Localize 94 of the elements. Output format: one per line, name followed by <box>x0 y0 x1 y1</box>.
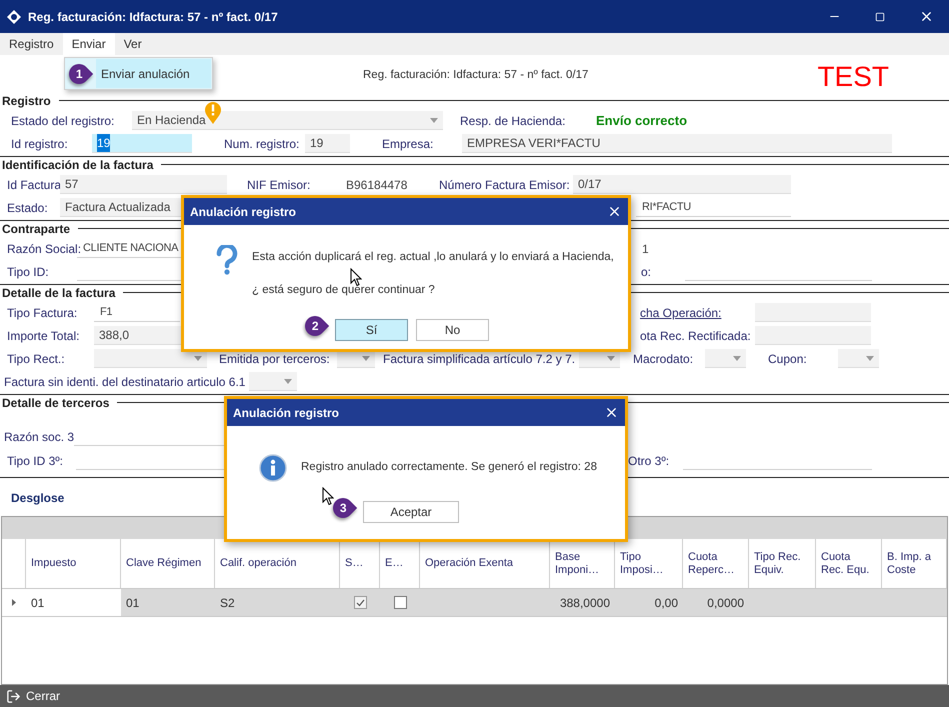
dropdown-field[interactable] <box>705 349 746 368</box>
table-cell-text: 0,0000 <box>706 594 745 612</box>
close-button[interactable]: Cerrar <box>6 687 60 705</box>
field-label: Id registro: <box>11 136 69 152</box>
environment-label: TEST <box>817 60 889 94</box>
field-label: Macrodato: <box>633 350 694 368</box>
column-header[interactable]: Clave Régimen <box>121 539 215 588</box>
field-label: Estado: <box>7 200 49 216</box>
window-title: Reg. facturación: Idfactura: 57 - nº fact. 0/17 <box>28 8 278 26</box>
dropdown-caret-icon <box>430 118 438 122</box>
dialog-message: ¿ está seguro de querer continuar ? <box>252 283 436 298</box>
dropdown-caret-icon <box>194 356 202 360</box>
mouse-pointer-icon <box>322 487 334 506</box>
maximize-icon[interactable] <box>875 12 885 22</box>
dropdown-field[interactable] <box>838 349 879 368</box>
table-cell: 01 <box>26 589 121 616</box>
field-label: o: <box>641 264 652 280</box>
dropdown-field[interactable] <box>249 372 298 391</box>
field-label: Tipo ID: <box>7 264 50 280</box>
field-label: NIF Emisor: <box>247 176 312 194</box>
dialog-title: Anulación registro <box>233 404 340 422</box>
close-icon[interactable] <box>607 204 622 219</box>
field-value: B96184478 <box>346 176 408 194</box>
dropdown-caret-icon <box>284 378 292 384</box>
column-header[interactable]: Impuesto <box>26 539 121 588</box>
field-label: Resp. de Hacienda: <box>460 112 566 130</box>
mouse-pointer-icon <box>350 268 362 287</box>
field-label: Importe Total: <box>7 328 80 344</box>
dropdown-caret-icon <box>607 356 615 360</box>
field-label: Tipo Factura: <box>7 304 78 322</box>
exit-icon <box>6 688 21 704</box>
input-field[interactable]: 19 <box>305 134 350 153</box>
checkbox[interactable] <box>394 596 406 609</box>
status-text: Envío correcto <box>596 112 688 130</box>
section-title: Registro <box>2 92 51 110</box>
column-header[interactable]: Tipo Rec. Equiv. <box>749 539 816 588</box>
dialog-button[interactable]: No <box>416 318 489 340</box>
menu-item[interactable]: Enviar <box>62 33 115 55</box>
table-cell-text: 0,00 <box>654 594 679 612</box>
field-label: Otro 3º: <box>628 452 670 470</box>
dropdown-caret-icon <box>866 356 874 360</box>
field-label: Emitida por terceros: <box>219 350 331 368</box>
table-cell-text: S2 <box>219 594 236 612</box>
section-title: Desglose <box>11 491 64 505</box>
field-label: Estado del registro: <box>11 112 116 130</box>
field-value: 1 <box>642 240 649 258</box>
dialog-button[interactable]: Sí <box>335 318 408 340</box>
input-field[interactable]: 0/17 <box>573 175 791 194</box>
menu-item[interactable]: Enviar anulación <box>96 59 211 88</box>
field-label: Razón soc. 3 <box>4 428 74 446</box>
dialog-message: Registro anulado correctamente. Se generó el registro: 28 <box>301 460 597 475</box>
table-cell-text: 388,0000 <box>558 594 611 612</box>
field-label: Número Factura Emisor: <box>439 176 571 194</box>
column-header[interactable]: Cuota Rec. Equ. <box>816 539 882 588</box>
field-label: Id Factura <box>7 176 60 194</box>
app-logo-icon <box>6 8 22 24</box>
header-caption: Reg. facturación: Idfactura: 57 - nº fact. 0/17 <box>363 68 588 83</box>
column-header[interactable]: Cuota Reperc… <box>683 539 749 588</box>
close-icon[interactable] <box>604 405 619 420</box>
input-field[interactable] <box>755 303 871 322</box>
section-title: Detalle de terceros <box>2 394 110 412</box>
dialog-message: Esta acción duplicará el reg. actual ,lo anulará y lo enviará a Hacienda, <box>252 250 614 265</box>
checkbox[interactable] <box>354 596 366 609</box>
section-title: Identificación de la factura <box>2 156 154 174</box>
field-label: Tipo ID 3º: <box>7 452 64 470</box>
section-title: Contraparte <box>2 220 70 238</box>
field-label: Empresa: <box>382 136 434 152</box>
input-field[interactable]: 57 <box>60 175 227 194</box>
row-expander-icon[interactable] <box>12 599 16 606</box>
input-field[interactable]: 388,0 <box>94 326 181 345</box>
info-icon <box>259 454 287 482</box>
input-field[interactable]: F1 <box>94 303 180 322</box>
field-link[interactable]: cha Operación: <box>640 304 755 322</box>
dropdown-field[interactable] <box>94 349 207 368</box>
menu-item[interactable]: Registro <box>0 33 63 55</box>
field-label: Num. registro: <box>224 136 300 152</box>
field-label: Factura simplificada artículo 7.2 y 7. <box>383 350 576 368</box>
dropdown-caret-icon <box>733 356 741 360</box>
input-field[interactable]: EMPRESA VERI*FACTU <box>462 134 892 153</box>
input-field[interactable]: 19 <box>92 134 192 153</box>
dropdown-caret-icon <box>362 356 370 360</box>
field-label: Cupon: <box>768 350 808 368</box>
section-title: Detalle de la factura <box>2 284 116 302</box>
table-cell-text: 01 <box>125 594 140 612</box>
dropdown-field[interactable]: En Hacienda <box>132 111 443 130</box>
field-label: ota Rec. Rectificada: <box>640 328 752 344</box>
menu-item[interactable]: Ver <box>114 33 151 55</box>
field-label: Tipo Rect.: <box>7 350 66 368</box>
column-header[interactable]: B. Imp. a Coste <box>882 539 947 588</box>
question-icon <box>216 245 238 275</box>
field-label: Factura sin identi. del destinatario articulo 6.1 <box>4 374 246 390</box>
input-field[interactable] <box>755 326 871 345</box>
input-field[interactable]: RI*FACTU <box>636 198 791 217</box>
dialog-button[interactable]: Aceptar <box>363 501 459 523</box>
